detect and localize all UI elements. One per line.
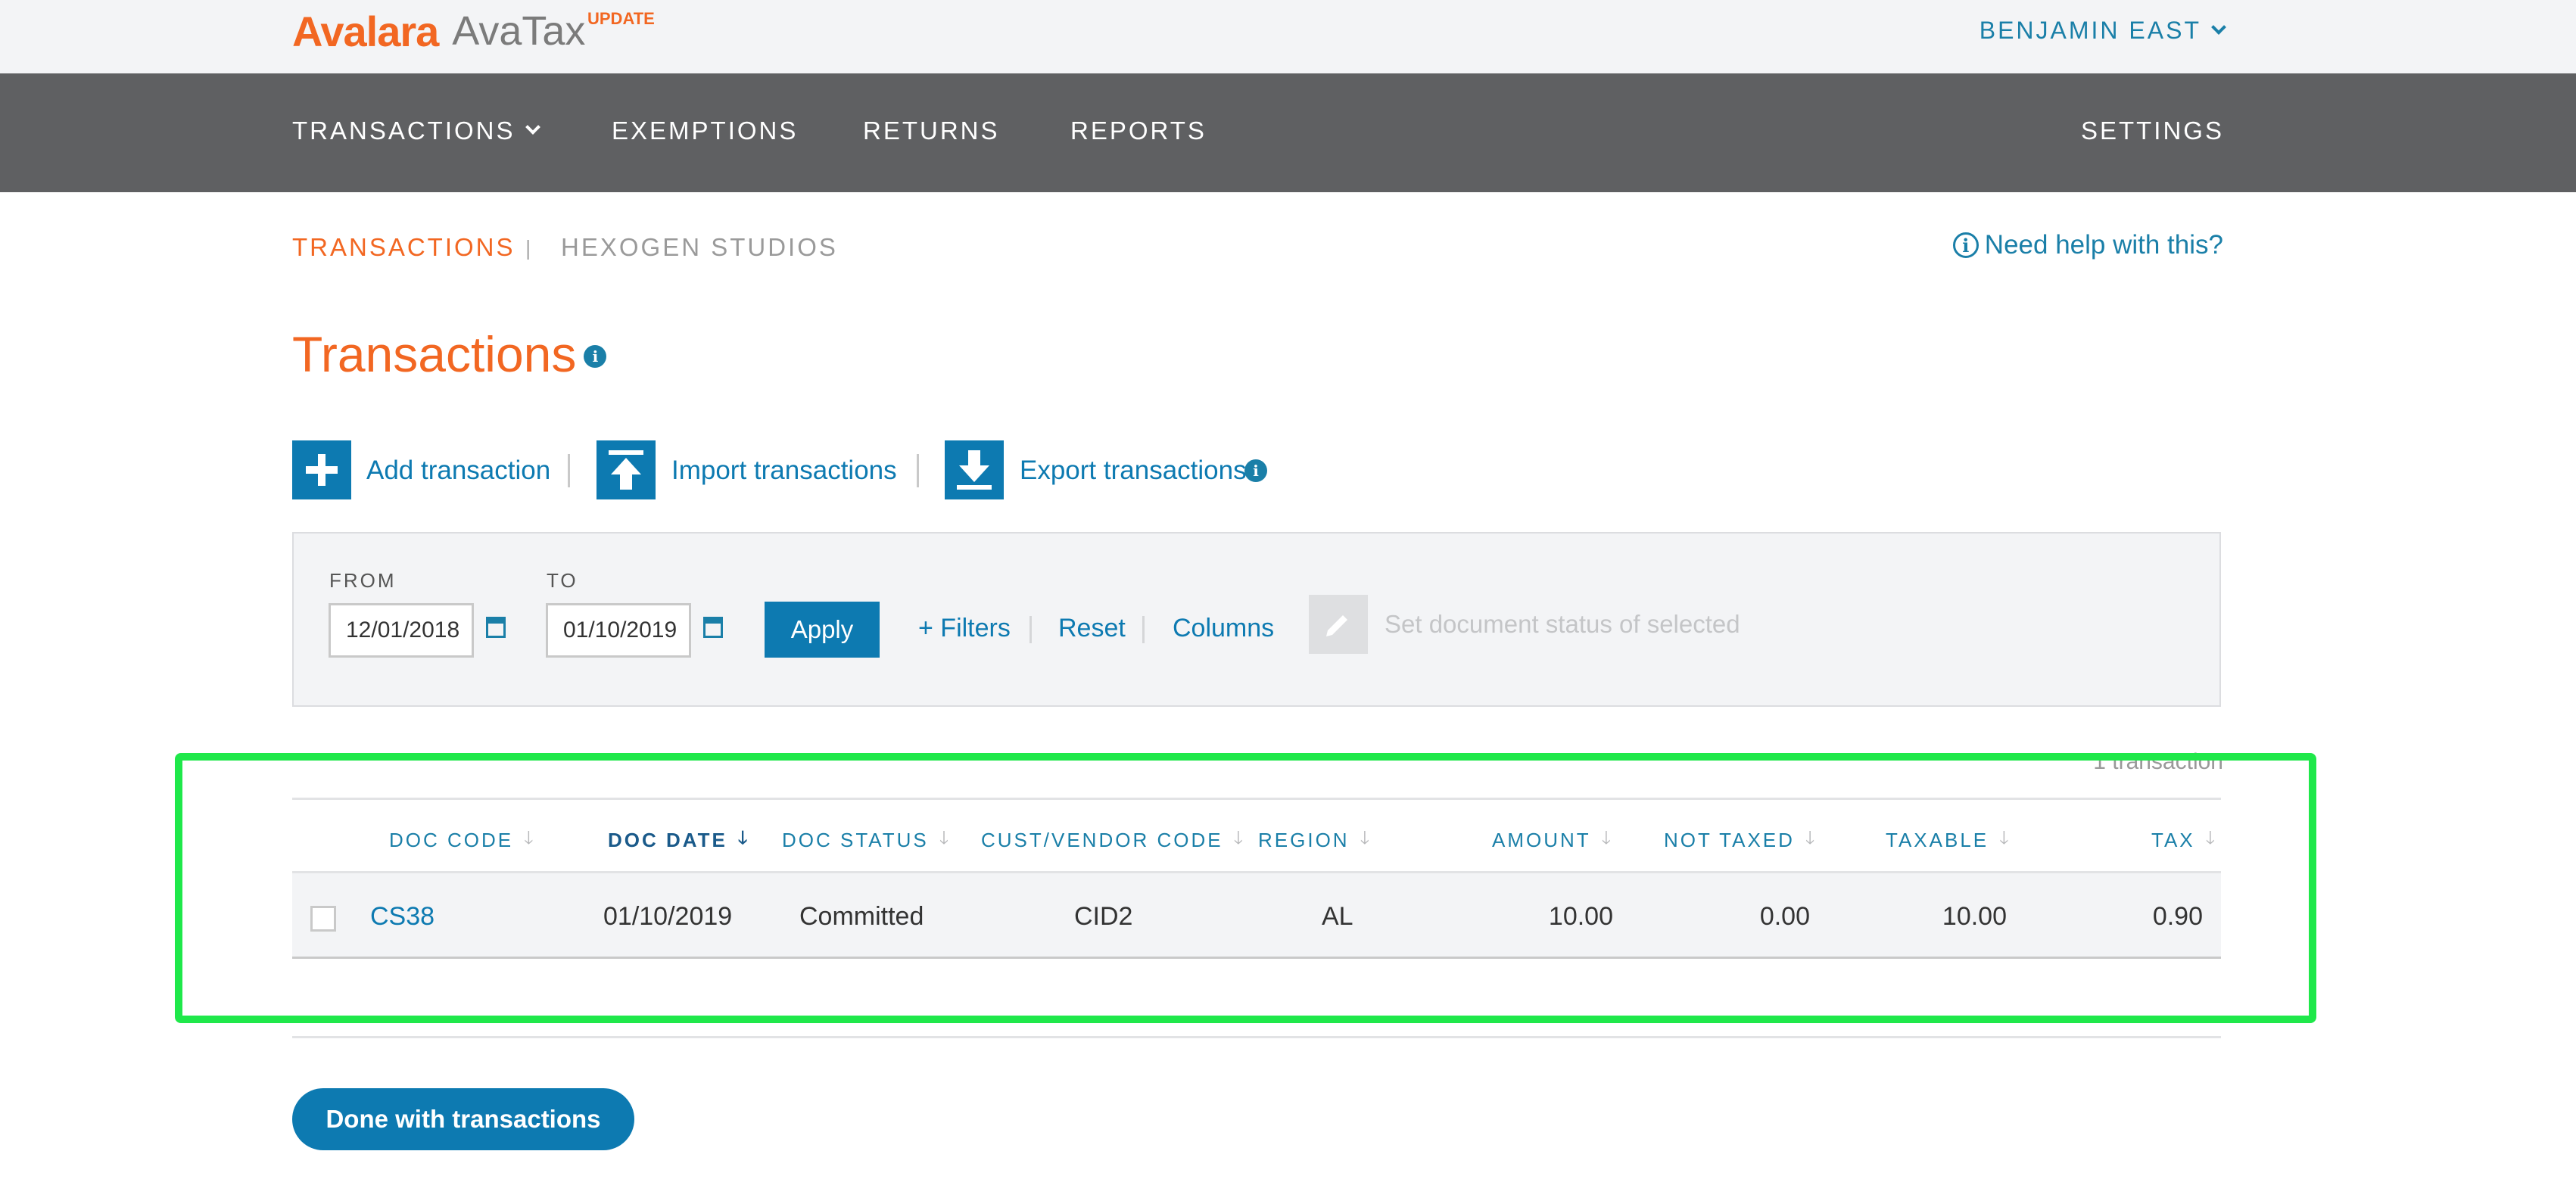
to-date-field[interactable]: 01/10/2019 (546, 603, 691, 658)
export-transactions-icon-button[interactable] (945, 440, 1004, 499)
page-title: Transactions (292, 326, 577, 382)
help-link[interactable]: i Need help with this? (1952, 230, 2223, 260)
breadcrumb-transactions[interactable]: TRANSACTIONS (292, 233, 516, 262)
set-status-icon-button[interactable] (1309, 595, 1368, 654)
nav-item-returns[interactable]: RETURNS (863, 117, 1000, 145)
pencil-icon (1326, 615, 1347, 636)
filter-divider (1142, 616, 1145, 643)
nav-item-reports[interactable]: REPORTS (1070, 117, 1207, 145)
columns-link[interactable]: Columns (1173, 614, 1274, 643)
add-transaction-button[interactable]: Add transaction (366, 456, 550, 486)
nav-item-settings[interactable]: SETTINGS (2081, 117, 2224, 145)
logo-product: AvaTax (452, 8, 586, 54)
breadcrumb-separator: | (525, 236, 531, 260)
user-menu[interactable]: BENJAMIN EAST (1979, 17, 2226, 45)
more-filters-link[interactable]: + Filters (918, 614, 1011, 643)
filter-divider (1029, 616, 1032, 643)
page-title-container: Transactions i (292, 325, 607, 383)
add-transaction-icon-button[interactable] (292, 440, 351, 499)
nav-item-transactions[interactable]: TRANSACTIONS (292, 117, 540, 145)
breadcrumb-company: HEXOGEN STUDIOS (561, 233, 838, 261)
nav-item-exemptions[interactable]: EXEMPTIONS (612, 117, 798, 145)
calendar-icon[interactable] (703, 617, 723, 638)
chevron-down-icon (525, 120, 540, 135)
from-label: FROM (329, 569, 397, 592)
avalara-logo[interactable]: Avalara AvaTax (292, 5, 585, 58)
nav-item-label: EXEMPTIONS (612, 117, 799, 145)
user-name: BENJAMIN EAST (1979, 17, 2201, 44)
highlight-box (175, 753, 2316, 1023)
nav-item-label: REPORTS (1070, 117, 1207, 145)
set-status-label: Set document status of selected (1385, 610, 1740, 638)
info-icon[interactable]: i (1244, 459, 1267, 482)
info-icon: i (1952, 232, 1979, 258)
export-transactions-button[interactable]: Export transactions (1020, 456, 1247, 486)
to-label: TO (547, 569, 578, 592)
import-transactions-icon-button[interactable] (596, 440, 656, 499)
import-transactions-button[interactable]: Import transactions (671, 456, 897, 486)
help-link-label: Need help with this? (1984, 230, 2223, 260)
download-icon (957, 450, 992, 490)
logo-update-badge: UPDATE (587, 9, 655, 28)
from-date-field[interactable]: 12/01/2018 (329, 603, 474, 658)
chevron-down-icon (2211, 19, 2226, 35)
plus-icon (306, 454, 338, 486)
reset-link[interactable]: Reset (1058, 614, 1126, 643)
logo-brand: Avalara (292, 7, 439, 55)
main-nav: TRANSACTIONS EXEMPTIONS RETURNS REPORTS … (0, 73, 2576, 192)
table-bottom-divider (292, 1036, 2221, 1038)
action-divider (568, 454, 570, 487)
upload-icon (609, 450, 643, 490)
calendar-icon[interactable] (486, 617, 506, 638)
nav-item-label: TRANSACTIONS (292, 117, 516, 145)
done-with-transactions-button[interactable]: Done with transactions (292, 1088, 634, 1150)
nav-item-label: RETURNS (863, 117, 1000, 145)
apply-button[interactable]: Apply (765, 602, 880, 658)
action-divider (917, 454, 919, 487)
info-icon[interactable]: i (584, 345, 607, 368)
nav-item-label: SETTINGS (2080, 117, 2224, 145)
